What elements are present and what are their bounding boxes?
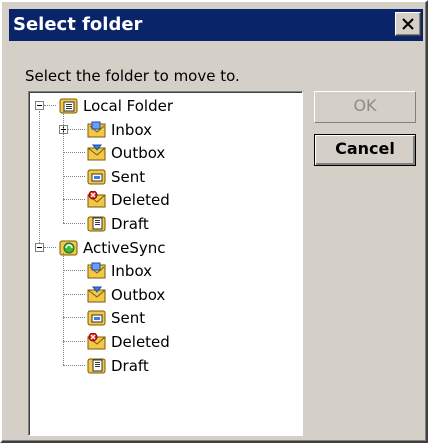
cancel-button[interactable]: Cancel: [314, 134, 416, 166]
activesync-icon: [59, 239, 79, 261]
tree-node-folder[interactable]: Draft: [29, 213, 299, 235]
tree-node-label: ActiveSync: [83, 238, 166, 257]
tree-connector: [39, 111, 40, 243]
tree-node-label: Sent: [111, 167, 146, 186]
tree-connector: [44, 246, 56, 248]
sent-icon: [87, 168, 107, 190]
tree-node-folder[interactable]: Outbox: [29, 284, 299, 306]
tree-node-folder[interactable]: Sent: [29, 307, 299, 329]
tree-node-label: Local Folder: [83, 97, 173, 115]
close-button[interactable]: [395, 12, 421, 36]
folder-tree[interactable]: Local Folder Inbox Outbox Sent Deleted Draft A…: [28, 91, 303, 436]
tree-connector: [63, 341, 85, 342]
tree-node-label: Deleted: [111, 191, 170, 210]
draft-icon: [87, 215, 107, 237]
inbox-icon: [87, 262, 107, 284]
tree-node-folder[interactable]: Deleted: [29, 331, 299, 353]
inbox-icon: [87, 121, 107, 143]
close-icon: [402, 18, 414, 30]
tree-node-label: Outbox: [111, 285, 166, 304]
tree-node-folder[interactable]: Inbox: [29, 119, 299, 141]
tree-node-folder[interactable]: Outbox: [29, 142, 299, 164]
collapse-toggle-icon[interactable]: [35, 101, 44, 110]
tree-connector: [63, 317, 85, 319]
tree-connector: [63, 223, 85, 224]
tree-connector: [63, 152, 85, 154]
prompt-text: Select the folder to move to.: [25, 67, 240, 85]
local-folder-icon: [59, 97, 79, 119]
dialog-title: Select folder: [13, 14, 143, 35]
tree-connector: [63, 252, 64, 365]
tree-connector: [63, 364, 85, 366]
collapse-toggle-icon[interactable]: [35, 242, 44, 252]
tree-node-folder[interactable]: Sent: [29, 166, 299, 188]
deleted-icon: [87, 190, 107, 213]
tree-node-folder[interactable]: Draft: [29, 355, 299, 377]
tree-node-folder[interactable]: Inbox: [29, 260, 299, 282]
tree-connector: [44, 105, 56, 106]
outbox-icon: [87, 286, 107, 308]
tree-connector: [63, 199, 85, 201]
tree-node-root[interactable]: Local Folder: [29, 95, 299, 117]
tree-connector: [63, 293, 85, 295]
tree-node-label: Inbox: [111, 262, 153, 281]
select-folder-dialog: Select folder Select the folder to move …: [0, 0, 428, 443]
draft-icon: [87, 357, 107, 379]
tree-node-label: Outbox: [111, 144, 166, 163]
tree-node-folder[interactable]: Deleted: [29, 189, 299, 211]
tree-node-label: Deleted: [111, 333, 170, 351]
deleted-icon: [87, 332, 107, 355]
sent-icon: [87, 309, 107, 331]
tree-node-label: Draft: [111, 215, 149, 233]
outbox-icon: [87, 144, 107, 166]
tree-node-label: Inbox: [111, 120, 153, 139]
ok-button[interactable]: OK: [314, 91, 416, 123]
title-bar[interactable]: Select folder: [9, 9, 423, 41]
tree-connector: [63, 270, 85, 272]
tree-connector: [63, 175, 85, 177]
tree-node-root[interactable]: ActiveSync: [29, 237, 299, 259]
tree-node-label: Sent: [111, 309, 146, 328]
tree-connector: [63, 111, 64, 223]
tree-node-label: Draft: [111, 356, 149, 375]
